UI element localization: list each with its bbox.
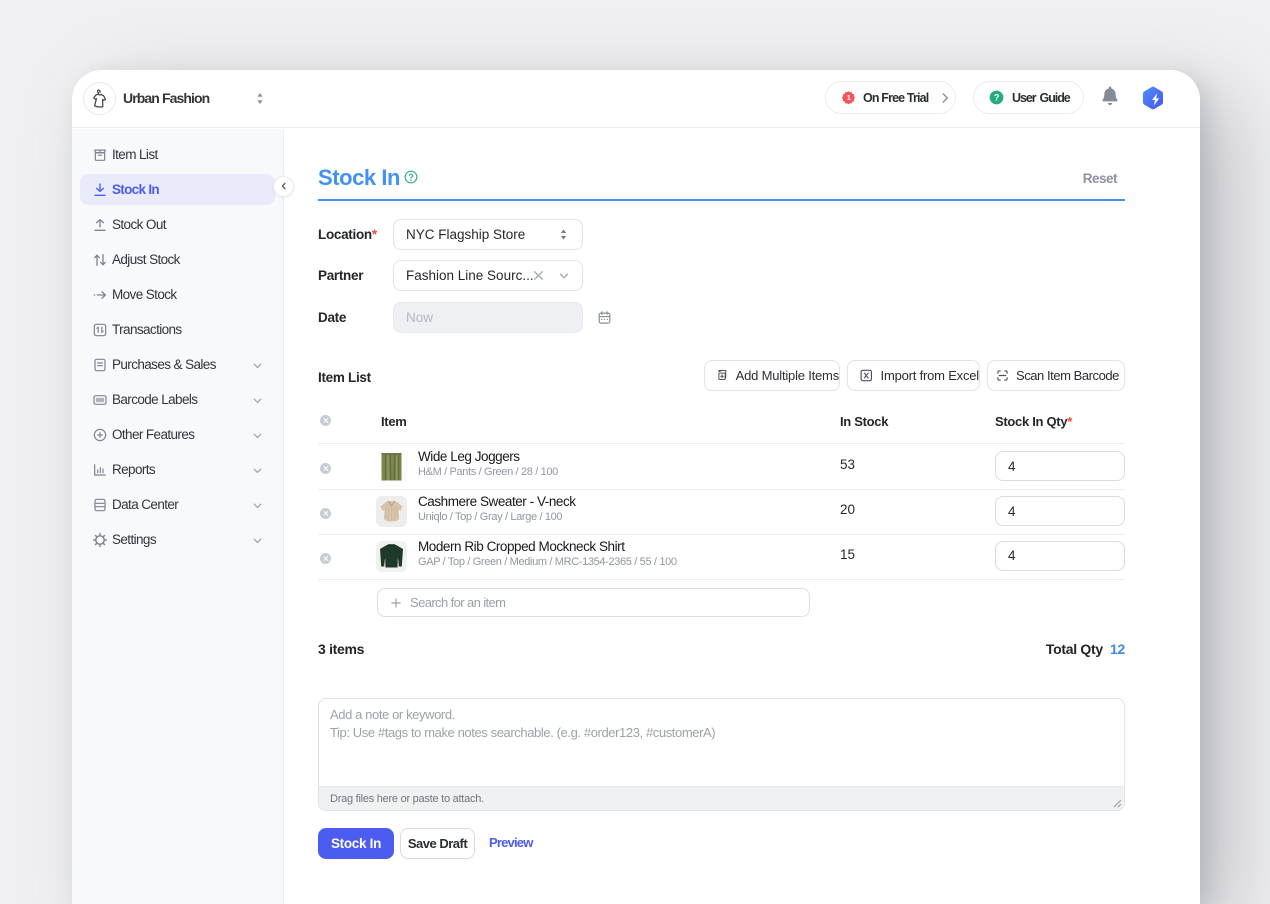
- svg-text:1: 1: [847, 94, 851, 102]
- svg-text:?: ?: [994, 92, 999, 102]
